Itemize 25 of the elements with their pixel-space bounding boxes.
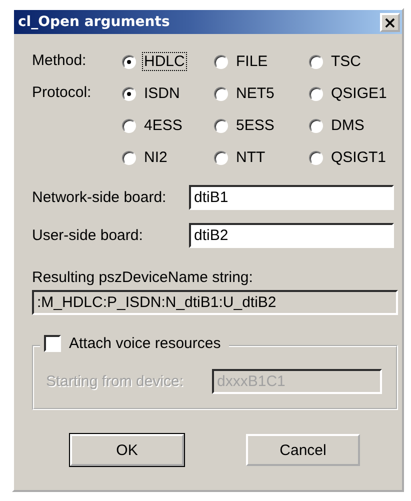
cancel-button[interactable]: Cancel: [246, 434, 360, 466]
text-field[interactable]: dtiB2: [189, 223, 394, 248]
radio-option[interactable]: ISDN: [122, 84, 214, 103]
close-button[interactable]: ×: [380, 12, 400, 32]
group-label: Method:: [32, 52, 88, 69]
radio-option[interactable]: NET5: [214, 84, 309, 103]
text-field[interactable]: dtiB1: [189, 185, 394, 210]
radio-option[interactable]: NTT: [214, 148, 309, 167]
group-label: Protocol:: [32, 84, 92, 101]
radio-option[interactable]: TSC: [309, 52, 394, 71]
radio-option[interactable]: HDLC: [122, 52, 214, 71]
radio-option[interactable]: FILE: [214, 52, 309, 71]
field-label: Network-side board:: [32, 189, 168, 206]
attach-checkbox[interactable]: Attach voice resources: [40, 335, 229, 352]
field-label: User-side board:: [32, 227, 144, 244]
radio-option[interactable]: QSIGE1: [309, 84, 394, 103]
result-field[interactable]: :M_HDLC:P_ISDN:N_dtiB1:U_dtiB2: [32, 290, 398, 315]
radio-option[interactable]: QSIGT1: [309, 148, 394, 167]
ok-button[interactable]: OK: [70, 434, 184, 466]
radio-option[interactable]: DMS: [309, 116, 394, 135]
radio-option[interactable]: 4ESS: [122, 116, 214, 135]
window-title: cl_Open arguments: [18, 14, 170, 30]
radio-option[interactable]: 5ESS: [214, 116, 309, 135]
result-label: Resulting pszDeviceName string:: [32, 269, 254, 286]
radio-option[interactable]: NI2: [122, 148, 214, 167]
